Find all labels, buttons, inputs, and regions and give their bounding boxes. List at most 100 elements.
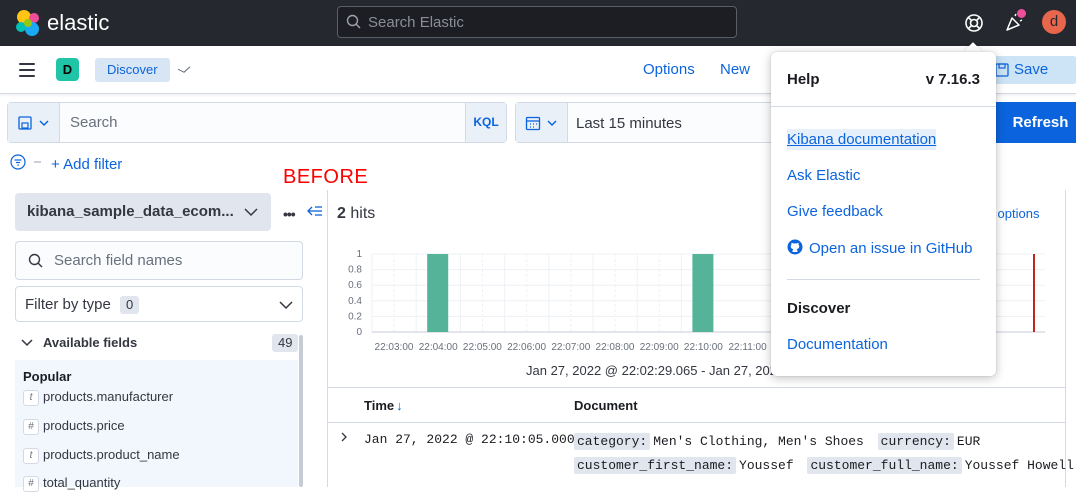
annotation-label: BEFORE bbox=[283, 166, 369, 188]
x-tick-label: 22:06:00 bbox=[507, 342, 546, 353]
global-search[interactable] bbox=[337, 6, 737, 38]
saved-query-button[interactable] bbox=[8, 103, 60, 142]
available-fields-label: Available fields bbox=[43, 335, 138, 350]
y-tick-label: 1 bbox=[356, 249, 362, 260]
available-fields-header[interactable]: Available fields 49 bbox=[15, 331, 303, 355]
time-range-label: Jan 27, 2022 @ 22:02:29.065 - Jan 27, 20… bbox=[526, 363, 785, 378]
results-border-right bbox=[1065, 190, 1066, 487]
chevron-down-icon[interactable] bbox=[243, 205, 259, 219]
refresh-button[interactable]: Refresh bbox=[985, 102, 1076, 143]
github-issue-link[interactable]: Open an issue in GitHub bbox=[787, 239, 972, 257]
index-pattern-selector[interactable]: kibana_sample_data_ecom... bbox=[15, 193, 271, 231]
give-feedback-link[interactable]: Give feedback bbox=[787, 203, 883, 220]
field-item[interactable]: t products.manufacturer bbox=[23, 389, 173, 409]
time-range-text[interactable]: Last 15 minutes bbox=[576, 115, 682, 132]
more-options-icon[interactable]: ••• bbox=[283, 206, 296, 222]
histogram-bar bbox=[692, 254, 714, 332]
popover-divider bbox=[787, 279, 980, 280]
space-avatar[interactable]: D bbox=[56, 58, 79, 81]
collapse-sidebar-icon[interactable] bbox=[307, 204, 323, 218]
filter-by-type[interactable]: Filter by type 0 bbox=[15, 286, 303, 322]
breadcrumb-discover[interactable]: Discover bbox=[95, 58, 170, 82]
menu-icon[interactable] bbox=[19, 63, 35, 77]
expand-row-icon[interactable] bbox=[339, 431, 349, 443]
chevron-down-icon bbox=[21, 339, 33, 347]
options-link[interactable]: Options bbox=[643, 61, 695, 78]
doc-field-key: category: bbox=[574, 433, 651, 450]
field-item[interactable]: # products.price bbox=[23, 418, 125, 438]
string-type-icon: t bbox=[23, 447, 39, 464]
ask-elastic-link[interactable]: Ask Elastic bbox=[787, 167, 860, 184]
number-type-icon: # bbox=[23, 475, 39, 492]
search-icon bbox=[28, 253, 43, 268]
sidebar-scrollbar[interactable] bbox=[299, 335, 303, 487]
string-type-icon: t bbox=[23, 389, 39, 406]
time-column-label: Time bbox=[364, 398, 395, 413]
y-tick-label: 0.2 bbox=[348, 311, 362, 322]
x-tick-label: 22:05:00 bbox=[463, 342, 502, 353]
field-item[interactable]: # total_quantity bbox=[23, 475, 120, 495]
time-column-header[interactable]: Time ↓ bbox=[364, 398, 403, 413]
filter-by-type-label: Filter by type bbox=[25, 296, 111, 313]
save-icon bbox=[995, 63, 1009, 77]
field-item[interactable]: t products.product_name bbox=[23, 447, 180, 467]
y-tick-label: 0 bbox=[356, 327, 362, 338]
discover-documentation-link[interactable]: Documentation bbox=[787, 336, 888, 353]
document-table-header: Time ↓ Document bbox=[327, 387, 1065, 423]
save-button[interactable]: Save bbox=[993, 56, 1076, 84]
query-input[interactable] bbox=[60, 103, 460, 142]
hits-count: 2 hits bbox=[337, 205, 375, 223]
y-tick-label: 0.8 bbox=[348, 265, 362, 276]
kql-toggle[interactable]: KQL bbox=[465, 103, 506, 142]
chevron-down-icon bbox=[279, 301, 293, 310]
hits-number: 2 bbox=[337, 205, 346, 222]
calendar-icon bbox=[525, 116, 541, 131]
doc-field-value: Men's Clothing, Men's Shoes bbox=[653, 434, 864, 449]
check-icon[interactable] bbox=[176, 62, 192, 78]
date-picker[interactable]: Last 15 minutes bbox=[515, 102, 775, 143]
search-icon bbox=[346, 14, 361, 29]
version-label: v 7.16.3 bbox=[925, 71, 980, 88]
field-search[interactable] bbox=[15, 241, 303, 280]
field-name: products.product_name bbox=[43, 447, 180, 462]
field-name: products.manufacturer bbox=[43, 389, 174, 404]
x-tick-label: 22:08:00 bbox=[596, 342, 635, 353]
global-search-input[interactable] bbox=[368, 7, 728, 37]
user-avatar[interactable]: d bbox=[1042, 10, 1066, 34]
kibana-documentation-link[interactable]: Kibana documentation bbox=[787, 129, 937, 150]
field-name: total_quantity bbox=[43, 475, 121, 490]
github-icon bbox=[787, 239, 803, 255]
popular-label: Popular bbox=[23, 369, 72, 384]
hits-label: hits bbox=[350, 205, 376, 222]
save-icon bbox=[18, 116, 32, 130]
y-tick-label: 0.6 bbox=[348, 280, 362, 291]
quick-select-button[interactable] bbox=[516, 103, 568, 142]
doc-field-value: Youssef bbox=[739, 458, 794, 473]
help-icon[interactable] bbox=[963, 12, 985, 34]
save-label: Save bbox=[1014, 61, 1049, 78]
available-fields-count: 49 bbox=[272, 334, 299, 352]
document-line-2: customer_first_name: Youssef customer_ful… bbox=[574, 457, 1076, 474]
help-menu-title: Help bbox=[787, 71, 820, 88]
x-tick-label: 22:04:00 bbox=[419, 342, 458, 353]
add-filter-button[interactable]: + Add filter bbox=[51, 156, 122, 173]
filter-menu-icon[interactable] bbox=[10, 154, 46, 170]
number-type-icon: # bbox=[23, 418, 39, 435]
sort-down-icon[interactable]: ↓ bbox=[396, 398, 403, 413]
x-tick-label: 22:07:00 bbox=[551, 342, 590, 353]
doc-field-key: customer_first_name: bbox=[574, 457, 737, 474]
logo-text[interactable]: elastic bbox=[47, 10, 109, 36]
x-tick-label: 22:10:00 bbox=[684, 342, 723, 353]
field-search-input[interactable] bbox=[54, 242, 294, 279]
results-border-left bbox=[327, 190, 328, 487]
row-timestamp: Jan 27, 2022 @ 22:10:05.000 bbox=[364, 432, 575, 447]
doc-field-key: currency: bbox=[877, 433, 954, 450]
github-link-label: Open an issue in GitHub bbox=[809, 240, 973, 257]
query-bar: KQL bbox=[7, 102, 507, 143]
x-tick-label: 22:03:00 bbox=[375, 342, 414, 353]
new-link[interactable]: New bbox=[720, 61, 750, 78]
notification-dot bbox=[1017, 9, 1026, 18]
y-tick-label: 0.4 bbox=[348, 296, 362, 307]
doc-field-key: customer_full_name: bbox=[807, 457, 962, 474]
elastic-logo-icon[interactable] bbox=[14, 9, 42, 37]
